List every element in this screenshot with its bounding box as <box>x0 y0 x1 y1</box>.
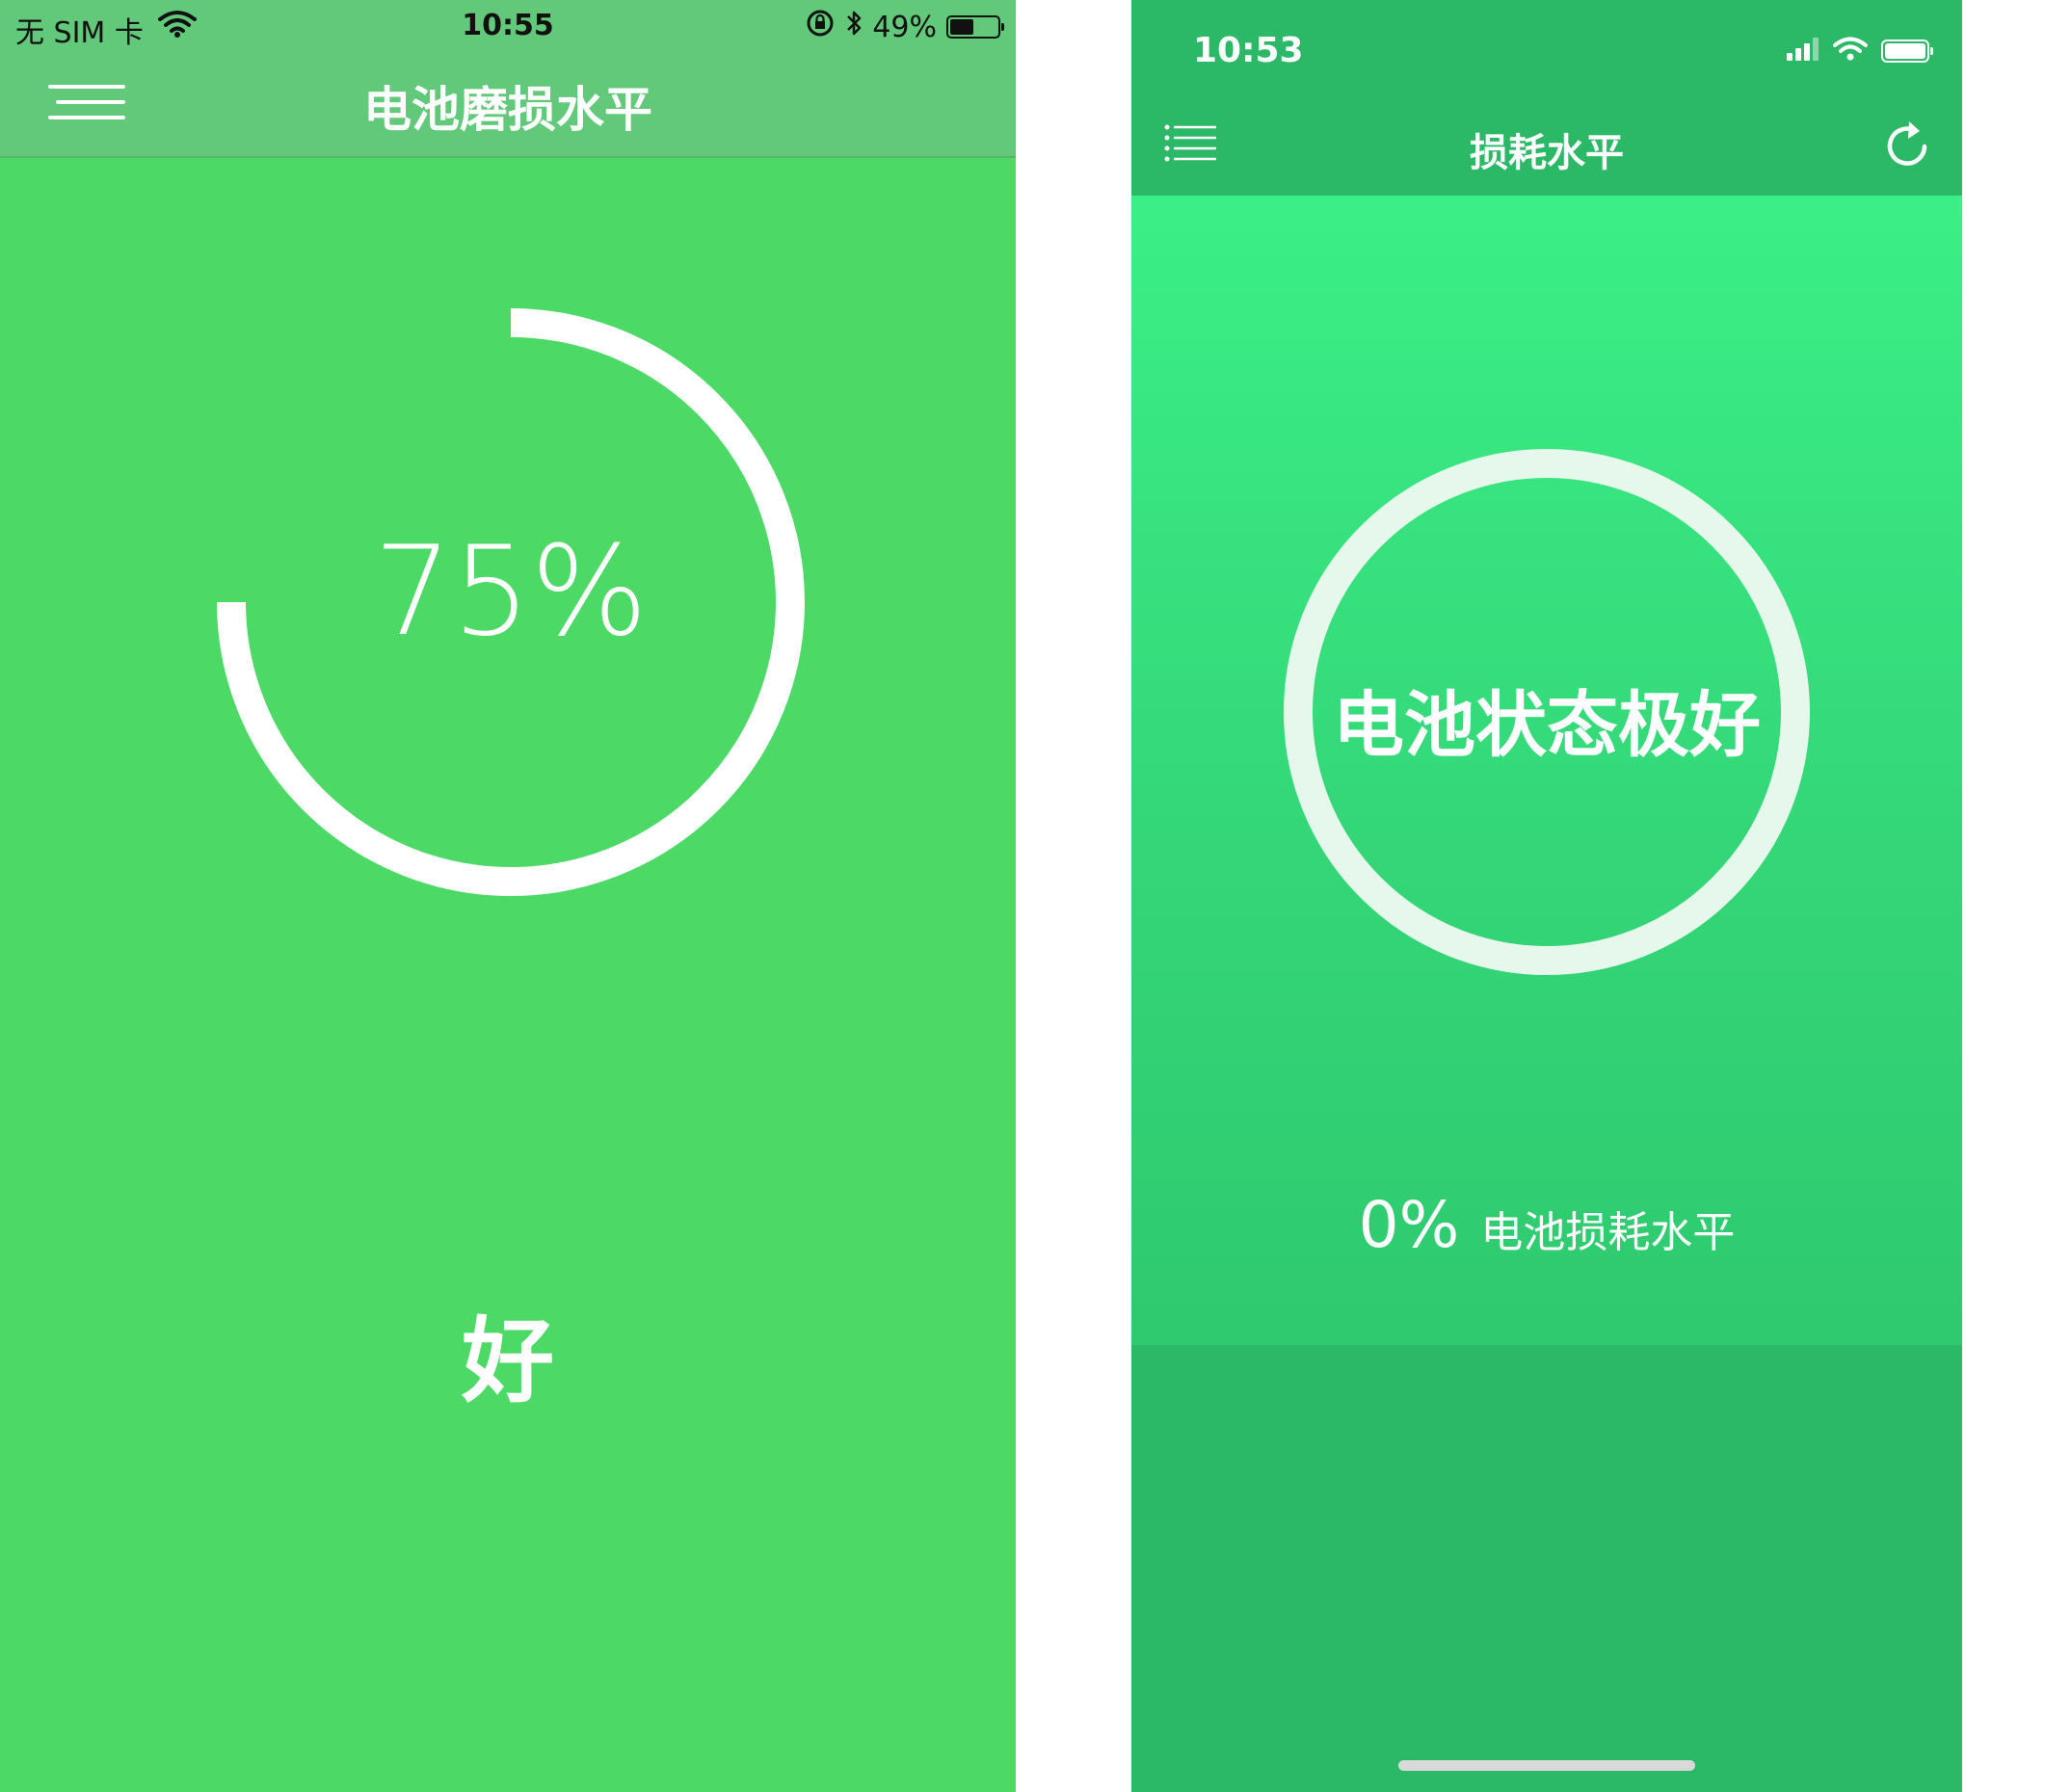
left-phone-screen: 无 SIM 卡 10:55 49% 电池磨损水平 75% 好 <box>0 0 1016 1792</box>
battery-rating: 好 <box>462 1307 554 1415</box>
orientation-lock-icon <box>805 9 836 45</box>
signal-icon <box>1787 38 1819 65</box>
header: 10:53 损耗水平 <box>1131 0 1962 196</box>
home-indicator <box>1398 1760 1695 1771</box>
wear-value: 0% <box>1358 1188 1460 1262</box>
battery-status-text: 电池状态极好 <box>1333 684 1761 767</box>
status-icons <box>1787 37 1933 66</box>
page-title: 损耗水平 <box>1470 131 1624 175</box>
status-right-group: 49% <box>805 9 1004 45</box>
right-phone-screen: 10:53 损耗水平 电池状态极好 0% 电池损耗水平 <box>1131 0 1962 1792</box>
wear-level-row: 0% 电池损耗水平 <box>1131 1188 1962 1262</box>
wifi-icon <box>1833 37 1868 66</box>
refresh-button[interactable] <box>1883 118 1931 170</box>
battery-icon <box>946 15 1004 39</box>
status-time: 10:53 <box>1193 31 1304 70</box>
navigation-bar: 电池磨损水平 <box>0 52 1016 158</box>
battery-icon <box>1881 40 1933 63</box>
status-bar: 无 SIM 卡 10:55 49% <box>0 0 1016 52</box>
page-title: 电池磨损水平 <box>363 82 652 138</box>
wear-percent: 75% <box>373 520 649 664</box>
main-panel: 电池状态极好 0% 电池损耗水平 <box>1131 196 1962 1345</box>
refresh-icon <box>1887 121 1927 166</box>
wear-label: 电池损耗水平 <box>1480 1208 1736 1257</box>
bluetooth-icon <box>845 9 863 45</box>
battery-percent: 49% <box>872 10 937 44</box>
